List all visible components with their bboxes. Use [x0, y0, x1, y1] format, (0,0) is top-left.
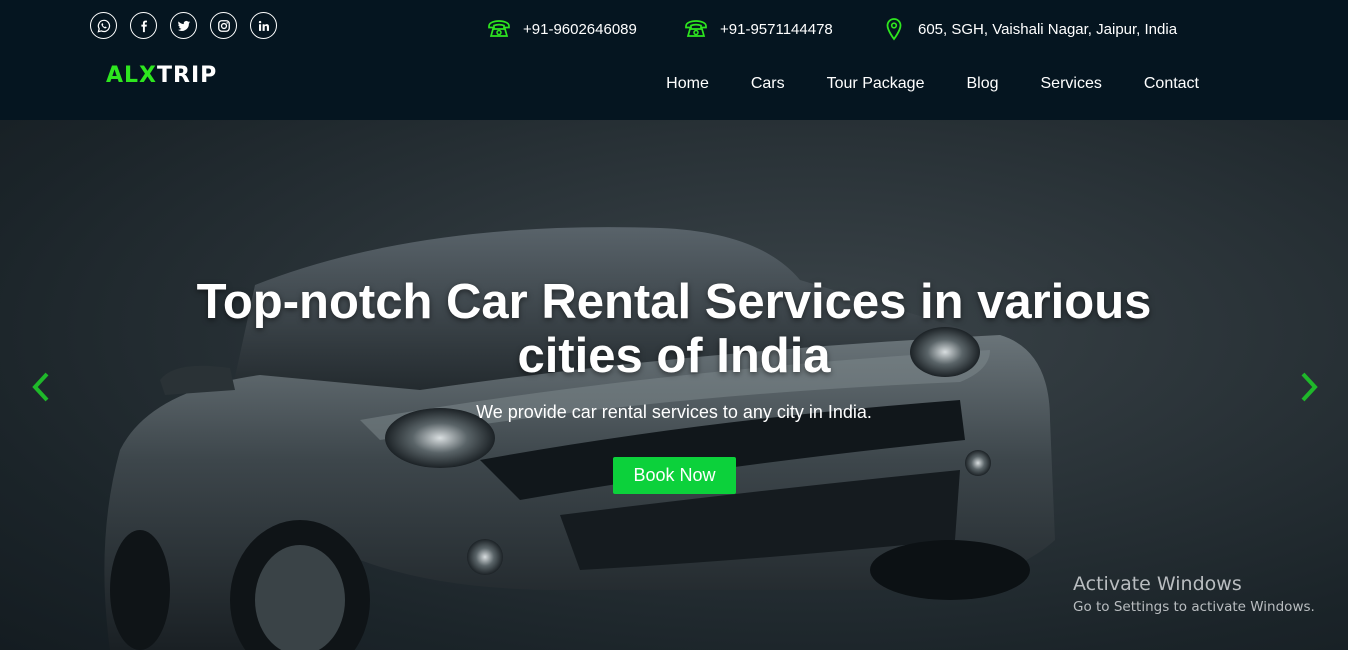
- watermark-subtitle: Go to Settings to activate Windows.: [1073, 599, 1315, 615]
- slider-next-button[interactable]: [1296, 370, 1322, 404]
- slider-prev-button[interactable]: [28, 370, 54, 404]
- windows-activation-watermark: Activate Windows Go to Settings to activ…: [1073, 573, 1315, 615]
- instagram-link[interactable]: [210, 12, 237, 39]
- instagram-icon: [217, 19, 230, 32]
- nav-cars[interactable]: Cars: [751, 75, 785, 93]
- linkedin-icon: [258, 20, 269, 31]
- logo-part-2: TRIP: [157, 63, 218, 88]
- phone-contact-2[interactable]: +91-9571144478: [684, 17, 833, 41]
- hero-title-line-2: cities of India: [517, 329, 831, 383]
- site-logo[interactable]: ALXTRIP: [106, 63, 217, 88]
- phone-icon: [685, 20, 707, 37]
- main-nav: Home Cars Tour Package Blog Services Con…: [666, 75, 1199, 93]
- hero-title-line-1: Top-notch Car Rental Services in various: [196, 275, 1152, 329]
- whatsapp-icon: [97, 19, 110, 33]
- watermark-title: Activate Windows: [1073, 573, 1242, 595]
- map-pin-icon: [886, 18, 902, 41]
- phone-contact-1[interactable]: +91-9602646089: [487, 17, 637, 41]
- social-links: [90, 12, 277, 39]
- facebook-link[interactable]: [130, 12, 157, 39]
- phone-number-1: +91-9602646089: [523, 20, 637, 38]
- hero-title: Top-notch Car Rental Services in various…: [0, 275, 1348, 383]
- nav-home[interactable]: Home: [666, 75, 709, 93]
- logo-part-1: ALX: [106, 63, 158, 88]
- twitter-link[interactable]: [170, 12, 197, 39]
- car-background-image: [104, 227, 1055, 650]
- hero-subtitle: We provide car rental services to any ci…: [476, 402, 872, 422]
- book-now-button[interactable]: Book Now: [613, 457, 736, 494]
- nav-blog[interactable]: Blog: [966, 75, 998, 93]
- address-text: 605, SGH, Vaishali Nagar, Jaipur, India: [918, 20, 1178, 38]
- phone-icon: [488, 20, 510, 37]
- hero-slider: Top-notch Car Rental Services in various…: [0, 120, 1348, 650]
- twitter-icon: [177, 20, 190, 31]
- chevron-left-icon: [32, 372, 49, 402]
- whatsapp-link[interactable]: [90, 12, 117, 39]
- facebook-icon: [140, 20, 147, 32]
- site-header: +91-9602646089 +91-9571144478 605, SGH, …: [0, 0, 1348, 120]
- nav-services[interactable]: Services: [1041, 75, 1102, 93]
- nav-tour-package[interactable]: Tour Package: [827, 75, 925, 93]
- chevron-right-icon: [1301, 372, 1318, 402]
- linkedin-link[interactable]: [250, 12, 277, 39]
- phone-number-2: +91-9571144478: [720, 20, 833, 38]
- address-contact: 605, SGH, Vaishali Nagar, Jaipur, India: [882, 17, 1177, 41]
- nav-contact[interactable]: Contact: [1144, 75, 1199, 93]
